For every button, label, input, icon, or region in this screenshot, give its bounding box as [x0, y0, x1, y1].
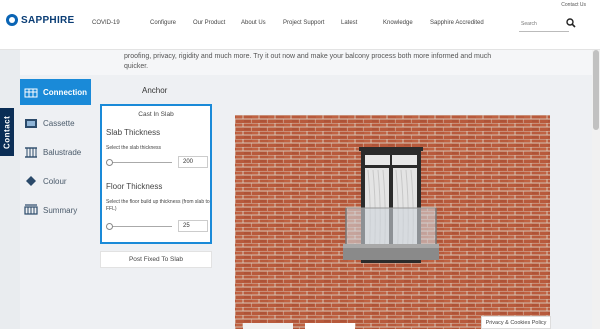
floor-thickness-heading: Floor Thickness [106, 182, 163, 191]
cookie-policy-button[interactable]: Privacy & Cookies Policy [481, 316, 551, 329]
nav-item-project-support[interactable]: Project Support [283, 20, 341, 26]
intro-section: proofing, privacy, rigidity and much mor… [20, 50, 600, 75]
search-input[interactable]: Search [519, 16, 569, 32]
sidebar-item-label: Connection [43, 87, 87, 97]
cassette-icon [25, 119, 37, 128]
nav-item-about-us[interactable]: About Us [241, 20, 283, 26]
nav-item-latest[interactable]: Latest [341, 20, 383, 26]
scrollbar-thumb[interactable] [593, 50, 599, 130]
sidebar-item-cassette[interactable]: Cassette [20, 110, 91, 136]
summary-icon [24, 204, 38, 215]
sidebar-item-colour[interactable]: Colour [20, 168, 91, 194]
window-lintel [359, 147, 423, 151]
logo[interactable]: SAPPHIRE [6, 14, 75, 26]
nav-item-covid[interactable]: COVID-19 [92, 20, 150, 26]
logo-icon [6, 14, 18, 26]
anchor-title: Anchor [142, 86, 168, 95]
floor-thickness-slider[interactable] [106, 223, 172, 230]
contact-tab[interactable]: Contact [0, 108, 14, 156]
sidebar-item-balustrade[interactable]: Balustrade [20, 139, 91, 165]
anchor-option-post-fixed[interactable]: Post Fixed To Slab [100, 251, 212, 268]
nav-item-configure[interactable]: Configure [150, 20, 193, 26]
slab-thickness-heading: Slab Thickness [106, 128, 161, 137]
sidebar-item-label: Balustrade [43, 147, 82, 157]
connection-icon [24, 88, 38, 98]
colour-icon [26, 176, 36, 186]
sidebar-item-summary[interactable]: Summary [20, 197, 91, 223]
nav-item-our-product[interactable]: Our Product [193, 20, 241, 26]
balcony-glass [346, 208, 436, 244]
sidebar-item-label: Cassette [43, 118, 75, 128]
nav-item-knowledge[interactable]: Knowledge [383, 20, 430, 26]
sidebar-item-label: Colour [43, 176, 67, 186]
slab-thickness-slider[interactable] [106, 159, 172, 166]
search-icon[interactable] [566, 18, 576, 28]
logo-text: SAPPHIRE [21, 14, 75, 26]
step-sidebar: Connection Cassette Balustrade Colour Su… [20, 79, 91, 329]
slab-thickness-input[interactable]: 200 [178, 156, 208, 168]
sidebar-item-connection[interactable]: Connection [20, 79, 91, 105]
slab-thickness-slider-handle[interactable] [106, 159, 113, 166]
page-scrollbar[interactable] [592, 50, 600, 329]
slab-thickness-description: Select the slab thickness [106, 145, 162, 151]
floor-thickness-slider-handle[interactable] [106, 223, 113, 230]
sidebar-item-label: Summary [43, 205, 78, 215]
nav-item-sapphire-accredited[interactable]: Sapphire Accredited [430, 20, 500, 26]
main-nav: COVID-19 Configure Our Product About Us … [92, 20, 500, 26]
balcony-preview [235, 115, 550, 329]
balustrade-icon [25, 147, 37, 158]
floor-thickness-description: Select the floor build up thickness (fro… [106, 199, 210, 212]
floor-thickness-input[interactable]: 25 [178, 220, 208, 232]
anchor-option-cast-in-slab[interactable]: Cast In Slab Slab Thickness Select the s… [100, 104, 212, 244]
site-header: Contact Us SAPPHIRE COVID-19 Configure O… [0, 0, 600, 50]
contact-us-link[interactable]: Contact Us [561, 2, 586, 8]
option-label: Cast In Slab [138, 111, 174, 118]
intro-text: proofing, privacy, rigidity and much mor… [124, 53, 492, 70]
